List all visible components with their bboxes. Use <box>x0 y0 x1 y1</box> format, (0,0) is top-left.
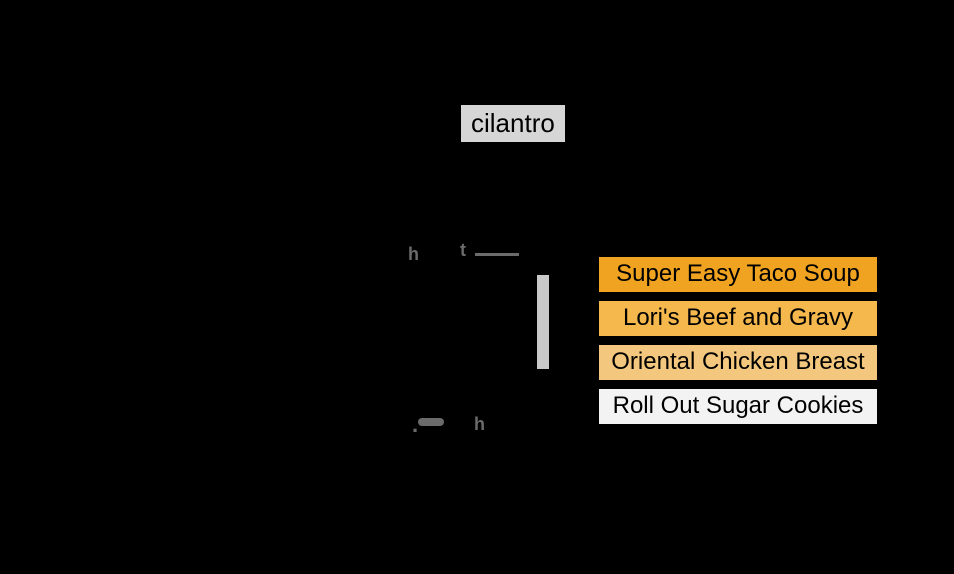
recipe-result-2: Lori's Beef and Gravy <box>598 300 878 337</box>
query-term: cilantro <box>460 104 566 143</box>
axis-tick: . <box>412 412 418 438</box>
axis-tick: t <box>460 240 466 261</box>
recipe-result-4: Roll Out Sugar Cookies <box>598 388 878 425</box>
recipe-result-1: Super Easy Taco Soup <box>598 256 878 293</box>
axis-tick: h <box>474 414 485 435</box>
diagram-stage: cilantro h t . h Super Easy Taco Soup Lo… <box>0 0 954 574</box>
axis-tick: h <box>408 244 419 265</box>
axis-tick <box>418 418 444 426</box>
recipe-result-3: Oriental Chicken Breast <box>598 344 878 381</box>
impulse-bar <box>536 274 550 370</box>
axis-tick <box>475 253 519 256</box>
